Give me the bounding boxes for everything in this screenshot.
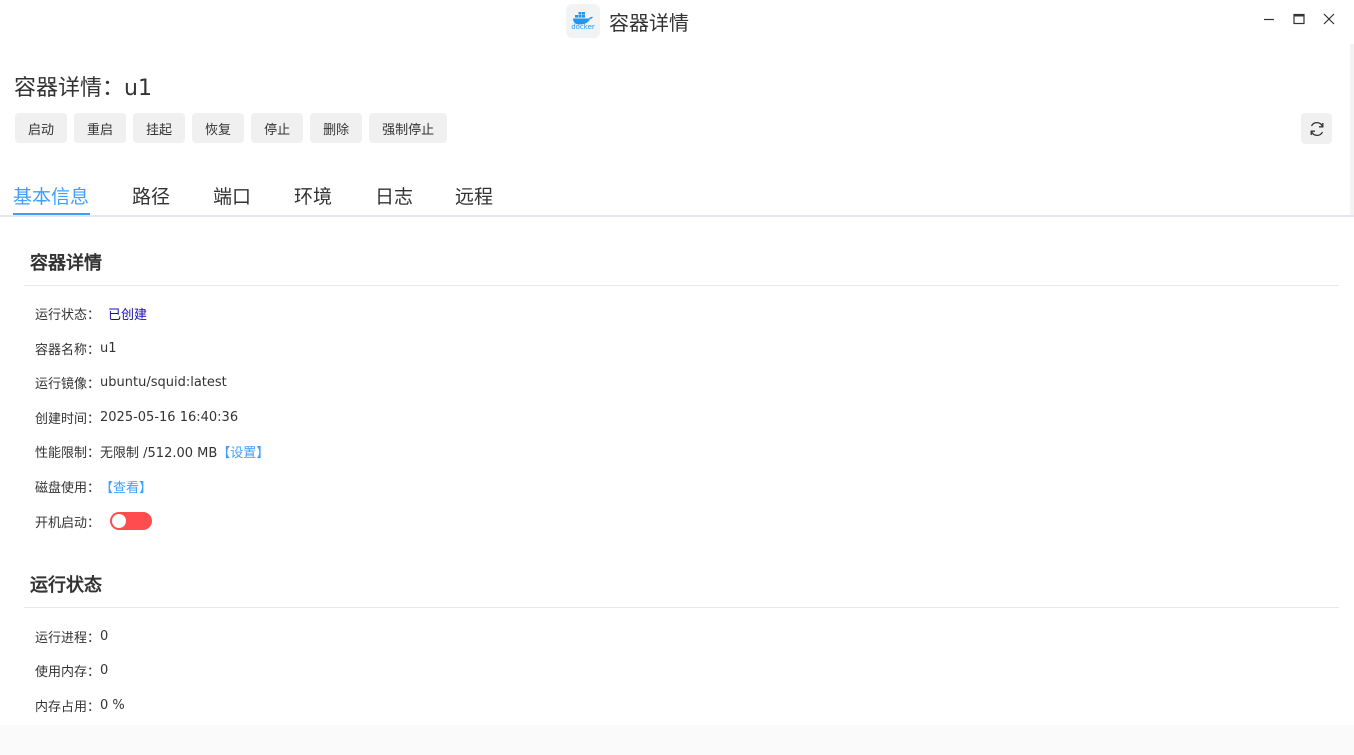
name-row: 容器名称： u1 [35, 338, 117, 358]
title-group: docker 容器详情 [566, 4, 689, 38]
tab-basic-info[interactable]: 基本信息 [13, 182, 89, 209]
runtime-status-heading: 运行状态 [30, 575, 102, 596]
container-details-heading: 容器详情 [30, 253, 102, 274]
stop-button[interactable]: 停止 [251, 113, 304, 143]
image-label: 运行镜像： [35, 376, 101, 392]
tab-remote[interactable]: 远程 [455, 182, 493, 209]
maximize-icon [1293, 13, 1305, 25]
resume-button[interactable]: 恢复 [192, 113, 245, 143]
window-controls [1254, 8, 1344, 30]
window-title: 容器详情 [609, 10, 689, 35]
close-icon [1323, 13, 1335, 25]
refresh-icon [1310, 121, 1323, 136]
maximize-button[interactable] [1284, 8, 1314, 30]
tab-paths[interactable]: 路径 [132, 182, 170, 209]
action-toolbar: 启动 重启 挂起 恢复 停止 删除 强制停止 [15, 113, 454, 143]
name-value: u1 [100, 340, 117, 356]
restart-button[interactable]: 重启 [74, 113, 127, 143]
status-row: 运行状态： 已创建 [35, 303, 147, 323]
refresh-button[interactable] [1301, 113, 1332, 144]
tab-ports[interactable]: 端口 [213, 182, 251, 209]
memory-percent-row: 内存占用： 0 % [35, 695, 125, 715]
logo-text: docker [571, 23, 595, 31]
memory-value: 0 [100, 662, 109, 678]
autostart-label: 开机启动： [35, 515, 101, 531]
autostart-row: 开机启动： [35, 511, 153, 531]
procs-label: 运行进程： [35, 630, 101, 646]
limit-settings-link[interactable]: 【设置】 [217, 442, 269, 461]
limit-row: 性能限制： 无限制 /512.00 MB 【设置】 [35, 441, 269, 461]
page-title: 容器详情：u1 [14, 76, 152, 101]
tab-logs[interactable]: 日志 [375, 182, 413, 209]
image-value: ubuntu/squid:latest [100, 374, 227, 390]
disk-row: 磁盘使用： 【查看】 [35, 476, 152, 496]
created-value: 2025-05-16 16:40:36 [100, 409, 239, 425]
content-area: 容器详情 运行状态： 已创建 容器名称： u1 运行镜像： ubuntu/squ… [0, 217, 1354, 725]
procs-value: 0 [100, 628, 109, 644]
pause-button[interactable]: 挂起 [133, 113, 186, 143]
close-button[interactable] [1314, 8, 1344, 30]
container-detail-window: docker 容器详情 容器详情：u1 启动 重启 挂起 恢复 停止 删除 强制… [0, 0, 1354, 755]
delete-button[interactable]: 删除 [310, 113, 363, 143]
force-stop-button[interactable]: 强制停止 [369, 113, 448, 143]
limit-value: 无限制 /512.00 MB [100, 445, 218, 461]
memory-percent-value: 0 % [100, 697, 125, 713]
memory-percent-label: 内存占用： [35, 699, 101, 715]
active-tab-indicator [13, 213, 90, 215]
start-button[interactable]: 启动 [15, 113, 68, 143]
tab-bar: 基本信息 路径 端口 环境 日志 远程 [0, 170, 1354, 217]
tab-env[interactable]: 环境 [294, 182, 332, 209]
status-value: 已创建 [108, 307, 148, 323]
section-divider [24, 607, 1339, 608]
image-row: 运行镜像： ubuntu/squid:latest [35, 372, 227, 392]
section-divider [24, 285, 1339, 286]
procs-row: 运行进程： 0 [35, 626, 108, 646]
memory-label: 使用内存： [35, 664, 101, 680]
docker-logo-icon: docker [566, 4, 600, 38]
footer-band [0, 725, 1354, 755]
disk-label: 磁盘使用： [35, 480, 101, 496]
created-label: 创建时间： [35, 411, 101, 427]
limit-label: 性能限制： [35, 445, 101, 461]
created-row: 创建时间： 2025-05-16 16:40:36 [35, 407, 238, 427]
status-label: 运行状态： [35, 307, 101, 323]
disk-view-link[interactable]: 【查看】 [100, 477, 152, 496]
memory-row: 使用内存： 0 [35, 660, 108, 680]
name-label: 容器名称： [35, 342, 101, 358]
minimize-button[interactable] [1254, 8, 1284, 30]
title-bar: docker 容器详情 [0, 0, 1354, 44]
toggle-knob [112, 514, 127, 528]
autostart-toggle[interactable] [110, 512, 153, 530]
minimize-icon [1264, 18, 1274, 21]
